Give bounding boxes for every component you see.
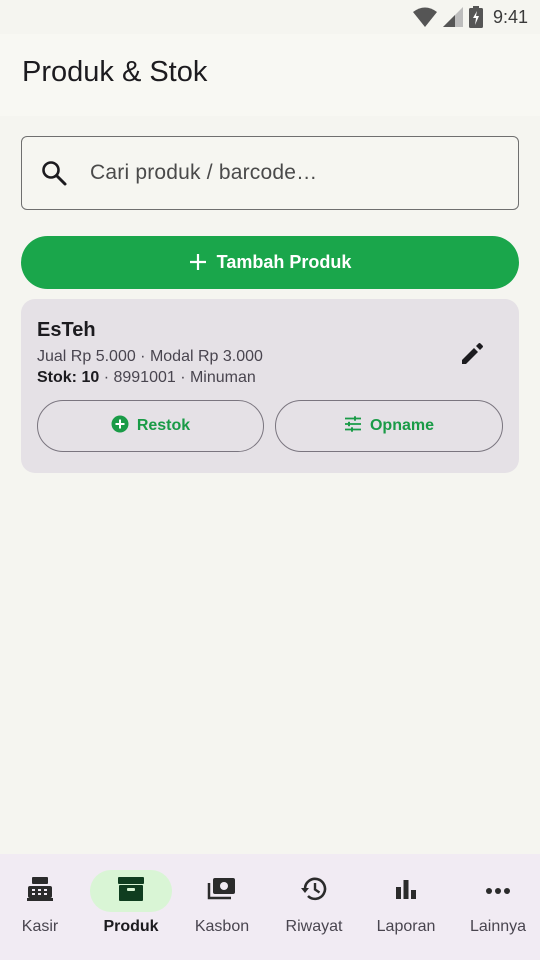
page-title: Produk & Stok [22, 56, 208, 88]
product-name: EsTeh [37, 319, 96, 341]
search-field[interactable] [21, 136, 519, 210]
bar-chart-icon [394, 877, 418, 906]
more-horizontal-icon [485, 882, 511, 900]
battery-charging-icon [468, 6, 483, 28]
money-icon [207, 877, 237, 906]
product-stock-line: Stok: 10 · 8991001 · Minuman [37, 369, 256, 387]
wifi-icon [412, 7, 437, 27]
product-price-line: Jual Rp 5.000 · Modal Rp 3.000 [37, 348, 263, 365]
nav-item-lainnya[interactable]: Lainnya [453, 854, 540, 960]
tune-icon [344, 415, 362, 438]
product-card[interactable]: EsTeh Jual Rp 5.000 · Modal Rp 3.000 Sto… [21, 299, 519, 473]
add-circle-icon [111, 415, 129, 438]
nav-label: Laporan [376, 918, 436, 935]
cash-register-icon [26, 876, 54, 907]
plus-icon [189, 249, 207, 275]
nav-item-riwayat[interactable]: Riwayat [269, 854, 359, 960]
stock-count: Stok: 10 [37, 369, 100, 386]
history-icon [300, 876, 328, 907]
nav-pill [457, 870, 539, 912]
add-product-button[interactable]: Tambah Produk [21, 236, 519, 289]
opname-button[interactable]: Opname [275, 400, 503, 452]
restock-button[interactable]: Restok [37, 400, 264, 452]
nav-pill [365, 870, 447, 912]
search-input[interactable] [90, 161, 470, 185]
nav-item-laporan[interactable]: Laporan [361, 854, 451, 960]
nav-item-kasbon[interactable]: Kasbon [177, 854, 267, 960]
app-bar: Produk & Stok [0, 34, 540, 116]
search-icon [40, 159, 68, 187]
nav-pill [0, 870, 81, 912]
opname-label: Opname [369, 417, 434, 434]
nav-label: Kasir [21, 918, 59, 935]
status-bar: 9:41 [0, 0, 540, 34]
nav-label: Produk [103, 918, 159, 935]
restock-label: Restok [136, 417, 191, 434]
nav-label: Riwayat [285, 918, 343, 935]
add-product-label: Tambah Produk [216, 252, 352, 272]
archive-box-icon [117, 876, 145, 907]
nav-item-kasir[interactable]: Kasir [0, 854, 85, 960]
nav-pill-active [90, 870, 172, 912]
nav-pill [181, 870, 263, 912]
nav-label: Kasbon [194, 918, 250, 935]
bottom-navigation: Kasir Produk Kasbon Riwayat Laporan Lain… [0, 854, 540, 960]
edit-icon[interactable] [457, 339, 487, 369]
product-meta: · 8991001 · Minuman [99, 369, 256, 386]
signal-icon [442, 7, 463, 27]
nav-label: Lainnya [469, 918, 527, 935]
status-time: 9:41 [492, 6, 528, 27]
nav-item-produk[interactable]: Produk [86, 854, 176, 960]
nav-pill [273, 870, 355, 912]
